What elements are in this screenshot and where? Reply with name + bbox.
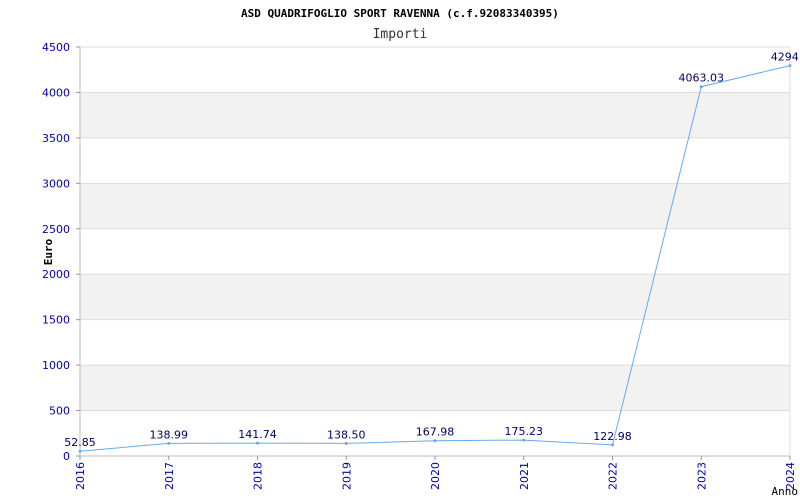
y-tick-label: 4000 <box>42 86 70 99</box>
data-label: 167.98 <box>416 426 455 439</box>
data-point <box>78 449 82 453</box>
grid-band <box>80 365 790 411</box>
data-point <box>167 441 171 445</box>
data-point <box>611 443 614 447</box>
y-axis-label: Euro <box>42 238 55 265</box>
y-tick-label: 4500 <box>42 41 70 54</box>
x-tick-label: 2017 <box>163 462 176 490</box>
chart-subtitle: Importi <box>373 27 428 42</box>
y-tick-label: 0 <box>63 450 70 463</box>
grid-band <box>80 92 790 138</box>
y-tick-label: 2000 <box>42 268 70 281</box>
grid-bands <box>80 92 790 411</box>
data-label: 138.50 <box>327 428 366 441</box>
grid-band <box>80 274 790 320</box>
data-point <box>344 441 348 445</box>
data-point <box>699 85 703 89</box>
data-point <box>256 441 259 445</box>
y-tick-label: 1500 <box>42 314 70 327</box>
y-tick-label: 3500 <box>42 132 70 145</box>
data-label: 138.99 <box>150 428 189 441</box>
x-tick-label: 2022 <box>607 462 620 490</box>
data-label: 141.74 <box>238 428 277 441</box>
data-point <box>522 438 526 442</box>
data-label: 175.23 <box>505 425 544 438</box>
y-tick-label: 2500 <box>42 223 70 236</box>
y-tick-label: 1000 <box>42 359 70 372</box>
data-label: 4294.9 <box>771 51 800 64</box>
x-tick-label: 2020 <box>429 462 442 490</box>
data-label: 122.98 <box>593 430 632 443</box>
data-point <box>433 439 437 443</box>
x-tick-label: 2021 <box>518 462 531 490</box>
data-label: 52.85 <box>64 436 96 449</box>
x-tick-label: 2019 <box>340 462 353 490</box>
y-tick-label: 3000 <box>42 177 70 190</box>
y-tick-label: 500 <box>49 405 70 418</box>
chart-title: ASD QUADRIFOGLIO SPORT RAVENNA (c.f.9208… <box>241 7 559 20</box>
grid-band <box>80 183 790 229</box>
x-tick-label: 2018 <box>252 462 265 490</box>
x-axis-ticks: 2016 2017 2018 2019 2020 2021 2022 2023 2024 <box>74 456 797 490</box>
x-axis-label: Anno <box>772 485 799 498</box>
data-point <box>788 64 792 68</box>
line-chart: 0 500 1000 1500 2000 2500 3000 3500 4000 4500 201… <box>42 7 800 498</box>
x-tick-label: 2023 <box>695 462 708 490</box>
data-label: 4063.03 <box>679 72 725 85</box>
x-tick-label: 2016 <box>74 462 87 490</box>
